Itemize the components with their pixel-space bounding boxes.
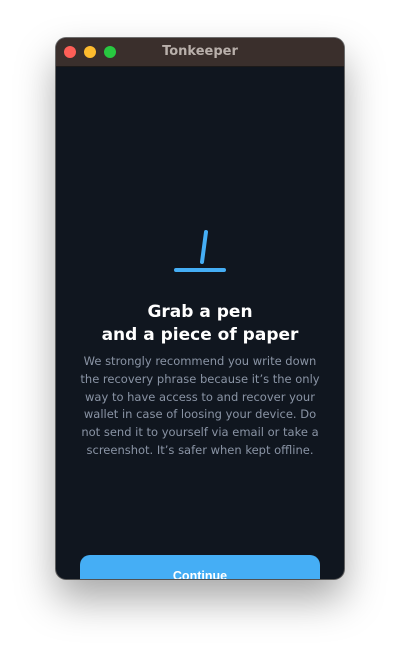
continue-button[interactable]: Continue — [80, 555, 320, 579]
page-title: Grab a pen and a piece of paper — [56, 301, 344, 347]
pen-icon — [174, 230, 226, 272]
page-title-line-1: Grab a pen — [147, 302, 253, 322]
window-title: Tonkeeper — [162, 44, 238, 59]
desktop-background: Tonkeeper Grab a pen and a piece of pape… — [0, 0, 400, 653]
recovery-warning-text: We strongly recommend you write down the… — [80, 354, 320, 457]
page-title-line-2: and a piece of paper — [101, 325, 299, 345]
app-window: Tonkeeper Grab a pen and a piece of pape… — [56, 38, 344, 579]
title-bar[interactable]: Tonkeeper — [56, 38, 344, 67]
recovery-intro-screen: Grab a pen and a piece of paper We stron… — [56, 67, 344, 579]
